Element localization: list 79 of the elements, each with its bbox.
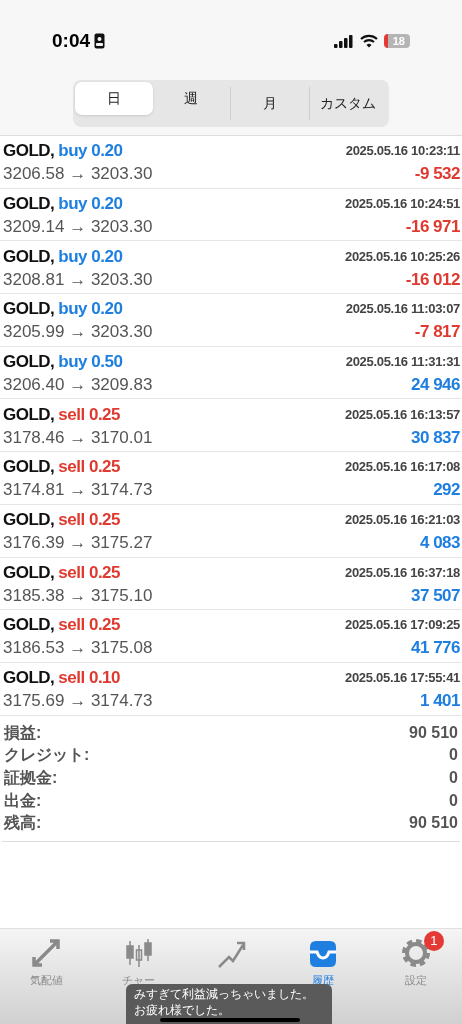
summary-label: 残高:	[4, 813, 42, 834]
trade-profit: 37 507	[411, 584, 460, 607]
trade-time: 2025.05.16 10:25:26	[345, 247, 460, 266]
trade-symbol: GOLD,	[3, 509, 55, 532]
summary-label: 証拠金:	[4, 768, 58, 789]
summary-label: クレジット:	[4, 745, 90, 766]
trade-profit: 292	[433, 479, 460, 502]
trade-symbol: GOLD,	[3, 614, 55, 637]
trade-prices: 3178.46 → 3170.01	[3, 426, 153, 449]
trade-prices: 3176.39 → 3175.27	[3, 532, 153, 555]
trade-symbol: GOLD,	[3, 403, 55, 426]
signal-icon	[333, 34, 354, 48]
trade-time: 2025.05.16 10:24:51	[345, 194, 460, 213]
trade-time: 2025.05.16 16:13:57	[345, 405, 460, 424]
trade-profit: -16 971	[405, 215, 460, 238]
trade-volume: sell 0.25	[58, 561, 120, 584]
caption-line: みすぎて利益減っちゃいました。	[134, 986, 314, 1002]
trade-volume: buy 0.20	[58, 192, 123, 215]
trade-time: 2025.05.16 11:03:07	[345, 300, 460, 319]
summary-label: 損益:	[4, 722, 42, 743]
trade-profit: -9 532	[414, 163, 460, 186]
trade-prices: 3185.38 → 3175.10	[3, 584, 153, 607]
trade-symbol: GOLD,	[3, 351, 55, 373]
trade-profit: 24 946	[411, 374, 460, 396]
trade-prices: 3206.40 → 3209.83	[3, 374, 153, 396]
trade-symbol: GOLD,	[3, 667, 55, 690]
trade-prices: 3174.81 → 3174.73	[3, 479, 153, 502]
battery-indicator: 18	[383, 34, 410, 48]
trade-symbol: GOLD,	[3, 561, 55, 584]
trade-prices: 3209.14 → 3203.30	[3, 215, 153, 238]
trade-time: 2025.05.16 17:55:41	[345, 669, 460, 688]
summary-value: 90 510	[409, 813, 458, 834]
trade-symbol: GOLD,	[3, 192, 55, 215]
status-time: 0:04	[52, 28, 91, 53]
trade-symbol: GOLD,	[3, 140, 55, 163]
trade-time: 2025.05.16 17:09:25	[345, 616, 460, 635]
caption-line: お疲れ様でした。	[134, 1002, 230, 1018]
trade-profit: 4 083	[419, 532, 460, 555]
period-tab[interactable]: 月	[230, 87, 309, 120]
period-tab[interactable]: カスタム	[308, 87, 387, 120]
summary-label: 出金:	[4, 790, 42, 811]
trade-volume: sell 0.25	[58, 614, 120, 637]
trade-profit: 1 401	[419, 690, 460, 713]
notification-badge: 1	[423, 931, 444, 951]
summary-value: 0	[449, 768, 458, 789]
trade-volume: sell 0.10	[58, 667, 120, 690]
gear-icon	[399, 937, 432, 969]
trade-volume: buy 0.50	[58, 351, 123, 373]
arrows-icon	[30, 937, 63, 969]
trade-prices: 3175.69 → 3174.73	[3, 690, 153, 713]
trade-profit: -16 012	[405, 268, 460, 291]
trade-volume: sell 0.25	[58, 456, 120, 479]
summary-value: 90 510	[409, 722, 458, 743]
period-tab[interactable]: 週	[152, 82, 230, 115]
id-card-icon	[94, 33, 106, 49]
trade-symbol: GOLD,	[3, 298, 55, 321]
period-tab[interactable]: 日	[75, 82, 153, 115]
trade-volume: sell 0.25	[58, 509, 120, 532]
trade-profit: 41 776	[411, 637, 460, 660]
summary-value: 0	[449, 745, 458, 766]
trade-profit: 30 837	[411, 426, 460, 449]
trade-time: 2025.05.16 10:23:11	[345, 142, 460, 161]
trade-prices: 3208.81 → 3203.30	[3, 268, 153, 291]
trade-volume: buy 0.20	[58, 298, 123, 321]
summary-value: 0	[449, 790, 458, 811]
trade-volume: buy 0.20	[58, 140, 123, 163]
trade-time: 2025.05.16 16:17:08	[345, 458, 460, 477]
trade-profit: -7 817	[414, 321, 460, 344]
wifi-icon	[359, 34, 378, 48]
trade-symbol: GOLD,	[3, 456, 55, 479]
trade-time: 2025.05.16 16:21:03	[345, 511, 460, 530]
trade-volume: sell 0.25	[58, 403, 120, 426]
trade-volume: buy 0.20	[58, 245, 123, 268]
trade-time: 2025.05.16 11:31:31	[345, 353, 460, 371]
trade-prices: 3205.99 → 3203.30	[3, 321, 153, 344]
trade-prices: 3206.58 → 3203.30	[3, 163, 153, 186]
trade-prices: 3186.53 → 3175.08	[3, 637, 153, 660]
trade-time: 2025.05.16 16:37:18	[345, 563, 460, 582]
trade-symbol: GOLD,	[3, 245, 55, 268]
